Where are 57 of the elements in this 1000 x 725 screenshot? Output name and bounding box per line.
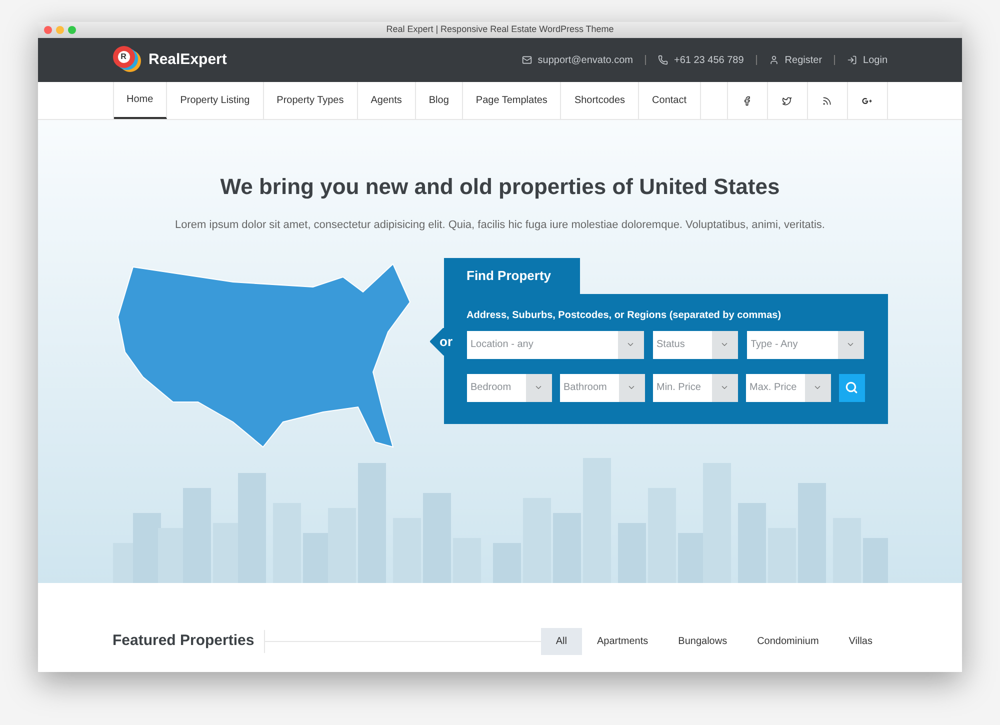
hero-text: Lorem ipsum dolor sit amet, consectetur adipisicing elit. Quia, facilis hic fuga iure molestiae doloremque. Voluptatibus, animi, veritatis. bbox=[175, 218, 825, 233]
header-link[interactable]: Login bbox=[847, 52, 888, 68]
dropdown-field[interactable]: Type - Any bbox=[746, 330, 838, 358]
nav-tab[interactable]: Property Types bbox=[264, 82, 358, 119]
email-icon bbox=[522, 55, 532, 65]
nav-tab[interactable]: Page Templates bbox=[462, 82, 562, 119]
filter-tab[interactable]: Bungalows bbox=[663, 628, 742, 655]
dropdown-button[interactable] bbox=[618, 330, 644, 358]
register-icon bbox=[768, 55, 779, 65]
phone-icon bbox=[658, 55, 668, 65]
filter-tab[interactable]: Villas bbox=[834, 628, 888, 655]
caret-icon bbox=[720, 383, 729, 392]
nav-tab[interactable]: Blog bbox=[416, 82, 463, 119]
nav-tab[interactable]: Agents bbox=[358, 82, 416, 119]
dropdown-button[interactable] bbox=[712, 374, 738, 402]
search-icon bbox=[845, 381, 858, 394]
caret-icon bbox=[846, 340, 855, 349]
close-icon[interactable] bbox=[44, 26, 52, 34]
dropdown-field[interactable]: Min. Price bbox=[652, 374, 712, 402]
caret-icon bbox=[626, 340, 635, 349]
find-property-tab[interactable]: Find Property bbox=[444, 258, 580, 294]
rss-icon bbox=[822, 96, 832, 106]
search-label: Address, Suburbs, Postcodes, or Regions (separated by commas) bbox=[466, 308, 782, 322]
facebook-icon bbox=[742, 96, 752, 106]
search-button[interactable] bbox=[838, 374, 864, 402]
dropdown-button[interactable] bbox=[804, 374, 830, 402]
filter-tab[interactable]: Condominium bbox=[742, 628, 834, 655]
caret-icon bbox=[813, 383, 822, 392]
dropdown-field[interactable]: Bedroom bbox=[466, 374, 526, 402]
dropdown-field[interactable]: Max. Price bbox=[746, 374, 804, 402]
dropdown-button[interactable] bbox=[838, 330, 864, 358]
twitter-icon bbox=[782, 96, 792, 106]
nav-tab[interactable]: Shortcodes bbox=[561, 82, 640, 119]
maximize-icon[interactable] bbox=[68, 26, 76, 34]
googleplus-icon bbox=[862, 96, 872, 106]
dropdown-button[interactable] bbox=[618, 374, 644, 402]
dropdown-field[interactable]: Location - any bbox=[466, 330, 618, 358]
logo-letter: R bbox=[118, 51, 130, 63]
header-link[interactable]: Register bbox=[768, 52, 822, 68]
section-title: Featured Properties bbox=[112, 630, 266, 653]
caret-icon bbox=[534, 383, 543, 392]
login-icon bbox=[847, 55, 858, 65]
nav-tab[interactable]: Property Listing bbox=[167, 82, 264, 119]
caret-icon bbox=[720, 340, 729, 349]
header-link[interactable]: +61 23 456 789 bbox=[658, 52, 744, 68]
brand-name: RealExpert bbox=[148, 50, 227, 70]
window-title: Real Expert | Responsive Real Estate WordPress Theme bbox=[386, 23, 614, 36]
dropdown-field[interactable]: Status bbox=[652, 330, 712, 358]
dropdown-button[interactable] bbox=[526, 374, 552, 402]
dropdown-field[interactable]: Bathroom bbox=[560, 374, 618, 402]
caret-icon bbox=[627, 383, 636, 392]
filter-tab[interactable]: All bbox=[540, 628, 582, 655]
hero-title: We bring you new and old properties of United States bbox=[220, 173, 780, 201]
header-link[interactable]: support@envato.com bbox=[522, 52, 633, 68]
filter-tab[interactable]: Apartments bbox=[582, 628, 664, 655]
dropdown-button[interactable] bbox=[712, 330, 738, 358]
nav-tab[interactable]: Contact bbox=[639, 82, 700, 119]
